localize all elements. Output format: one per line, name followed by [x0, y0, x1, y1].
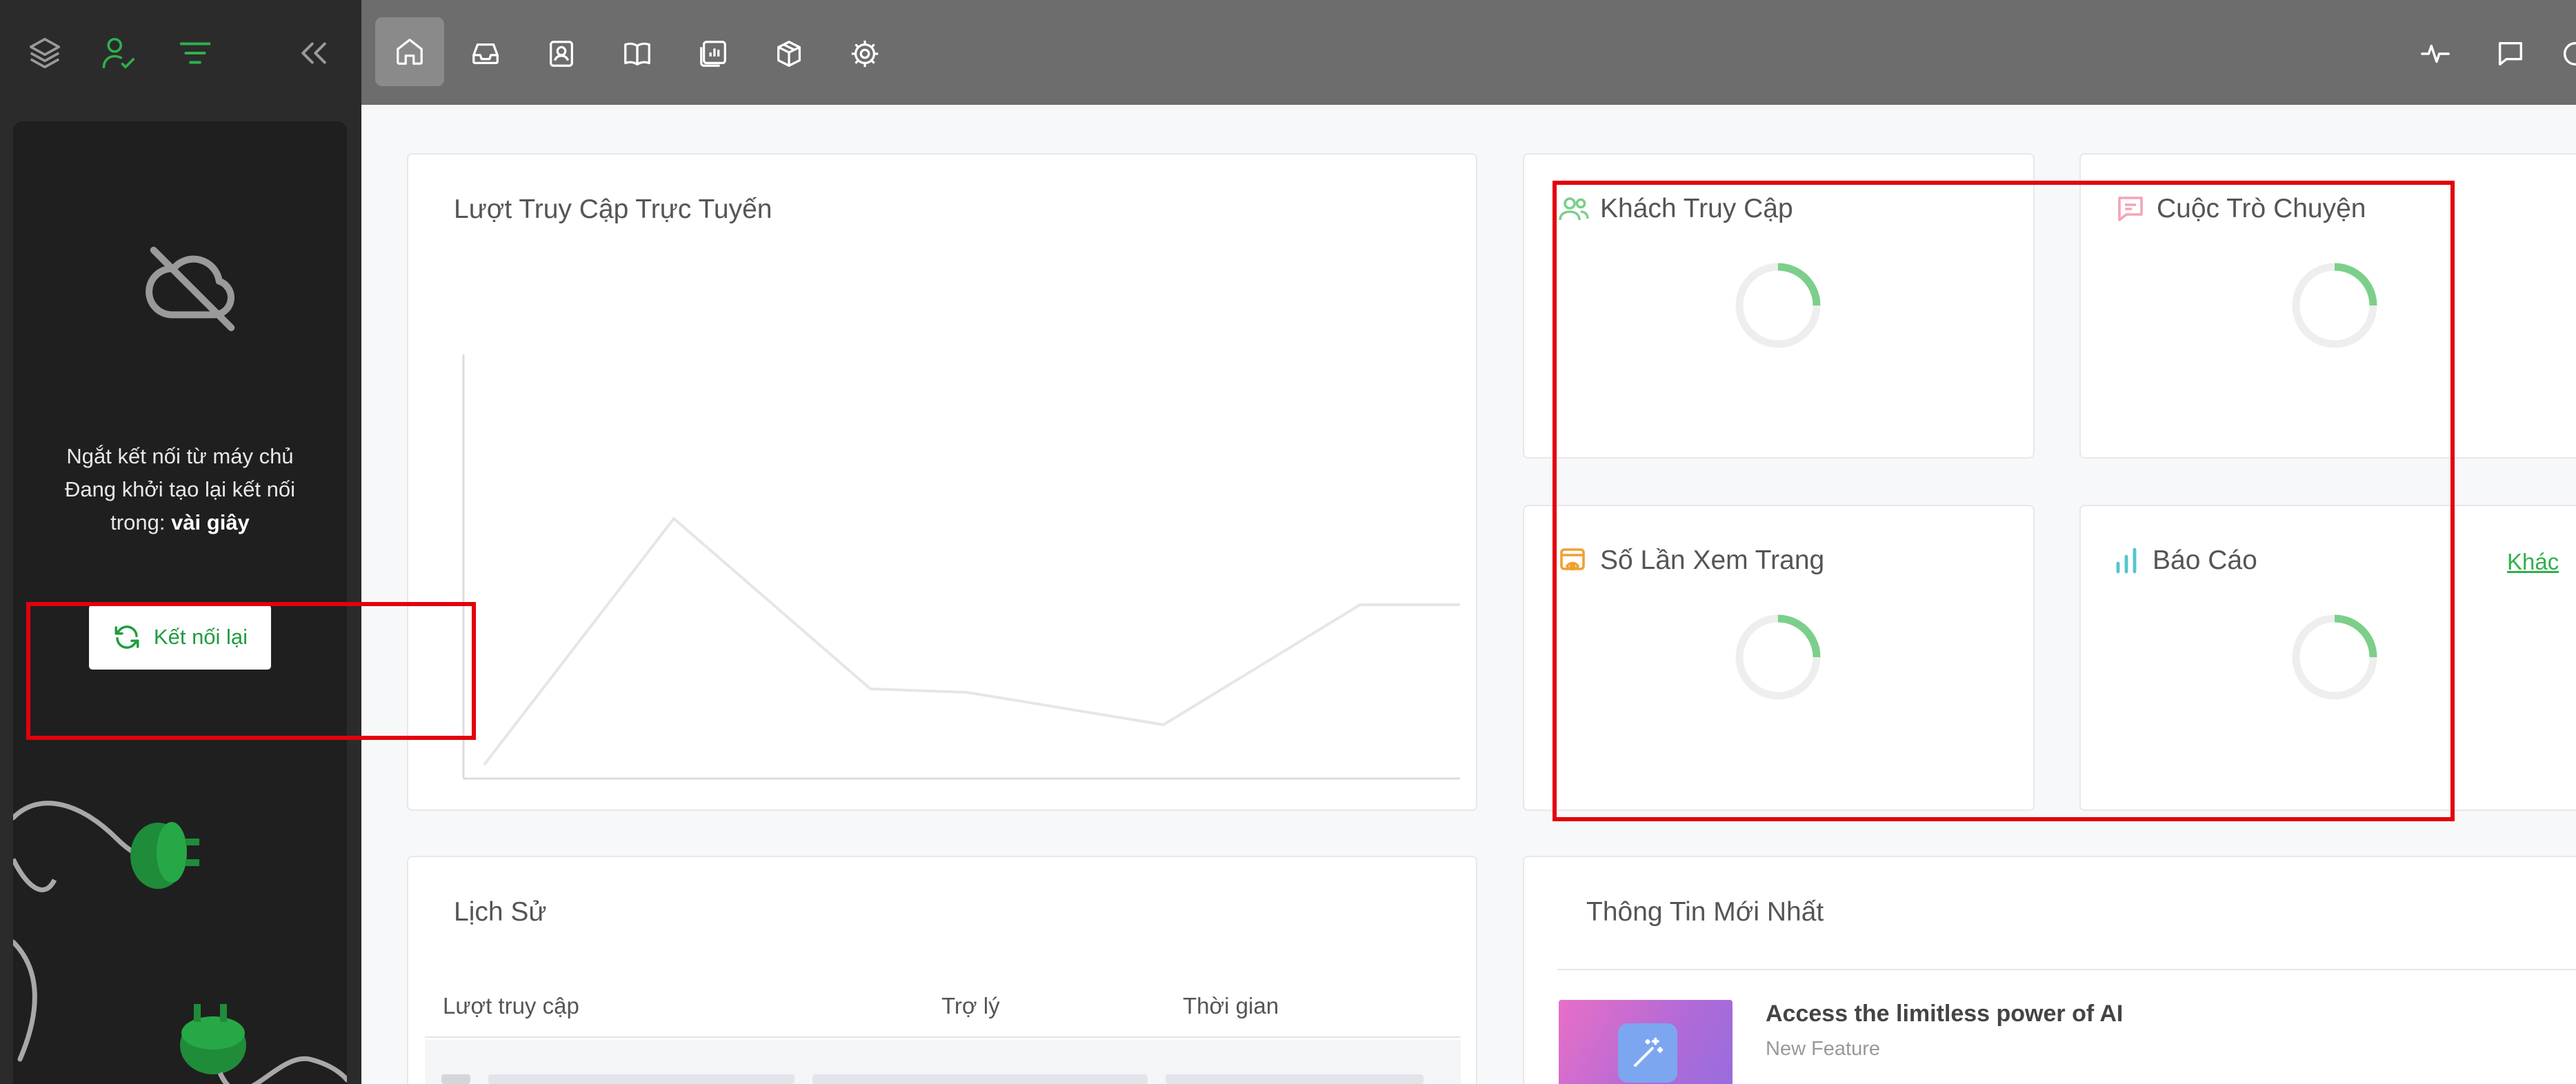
disconnect-line-1: Ngắt kết nối từ máy chủ: [66, 444, 294, 468]
annotation-box-stats: [1552, 181, 2455, 821]
layers-icon[interactable]: [26, 34, 63, 72]
disconnect-message: Ngắt kết nối từ máy chủ Đang khởi tạo lạ…: [13, 440, 347, 539]
nav-home[interactable]: [375, 17, 444, 86]
settings-icon: [851, 40, 879, 68]
history-col-time[interactable]: Thời gian: [1183, 993, 1279, 1019]
nav-contacts[interactable]: [534, 26, 589, 81]
skeleton-cell: [441, 1074, 470, 1084]
skeleton-cell: [1166, 1074, 1424, 1084]
history-card: Lịch Sử: [407, 856, 1477, 1084]
activity-icon: [2421, 44, 2450, 63]
unplugged-illustration: [13, 801, 347, 1084]
news-title: Thông Tin Mới Nhất: [1586, 897, 1824, 927]
news-item-thumbnail[interactable]: [1559, 1000, 1733, 1084]
online-visits-chart: [462, 354, 1460, 780]
filter-lines-icon[interactable]: [177, 34, 214, 72]
book-icon: [624, 42, 650, 66]
nav-knowledge[interactable]: [610, 26, 665, 81]
top-toolbar: [361, 0, 2576, 105]
news-divider: [1557, 969, 2576, 970]
app-window: Ngắt kết nối từ máy chủ Đang khởi tạo lạ…: [0, 0, 2576, 1084]
left-rail-header: [0, 0, 361, 105]
cloud-off-icon: [146, 246, 235, 332]
news-item-title[interactable]: Access the limitless power of AI: [1766, 1001, 2123, 1027]
history-col-assistant[interactable]: Trợ lý: [941, 993, 1000, 1019]
news-card: Thông Tin Mới Nhất Access the limitless …: [1523, 856, 2576, 1084]
more-button[interactable]: [2548, 26, 2576, 81]
inbox-icon: [472, 43, 499, 65]
disconnect-line-2: Đang khởi tạo lại kết nối: [65, 477, 295, 501]
news-item-tag: New Feature: [1766, 1038, 1881, 1060]
nav-inbox[interactable]: [458, 26, 513, 81]
reports-icon: [700, 41, 726, 67]
chart-line: [483, 516, 1460, 766]
user-check-icon[interactable]: [101, 34, 138, 72]
reports-more-link[interactable]: Khác: [2507, 549, 2559, 575]
history-header-divider: [425, 1036, 1461, 1038]
activity-button[interactable]: [2408, 26, 2463, 81]
online-visits-card: Lượt Truy Cập Trực Tuyến: [407, 153, 1477, 811]
home-icon: [397, 39, 423, 65]
sidebar-panel: Ngắt kết nối từ máy chủ Đang khởi tạo lạ…: [0, 105, 361, 1084]
disconnect-line-3: trong: vài giây: [13, 506, 347, 539]
magic-wand-badge: [1618, 1023, 1677, 1083]
skeleton-cell: [812, 1074, 1148, 1084]
skeleton-cell: [488, 1074, 795, 1084]
collapse-chevrons-icon[interactable]: [295, 34, 332, 72]
partial-icon: [2563, 41, 2576, 66]
history-title: Lịch Sử: [454, 897, 547, 927]
nav-reports[interactable]: [686, 26, 741, 81]
disconnect-countdown: vài giây: [171, 510, 250, 534]
annotation-box-reconnect: [26, 602, 476, 740]
nav-settings[interactable]: [837, 26, 892, 81]
chat-icon: [2498, 41, 2523, 66]
contacts-icon: [550, 41, 573, 67]
chat-button[interactable]: [2483, 26, 2538, 81]
magic-wand-icon: [1633, 1037, 1664, 1067]
nav-packages[interactable]: [761, 26, 817, 81]
history-col-visits[interactable]: Lượt truy cập: [443, 993, 579, 1019]
disconnect-line-3-prefix: trong:: [110, 510, 172, 534]
package-icon: [777, 41, 801, 67]
